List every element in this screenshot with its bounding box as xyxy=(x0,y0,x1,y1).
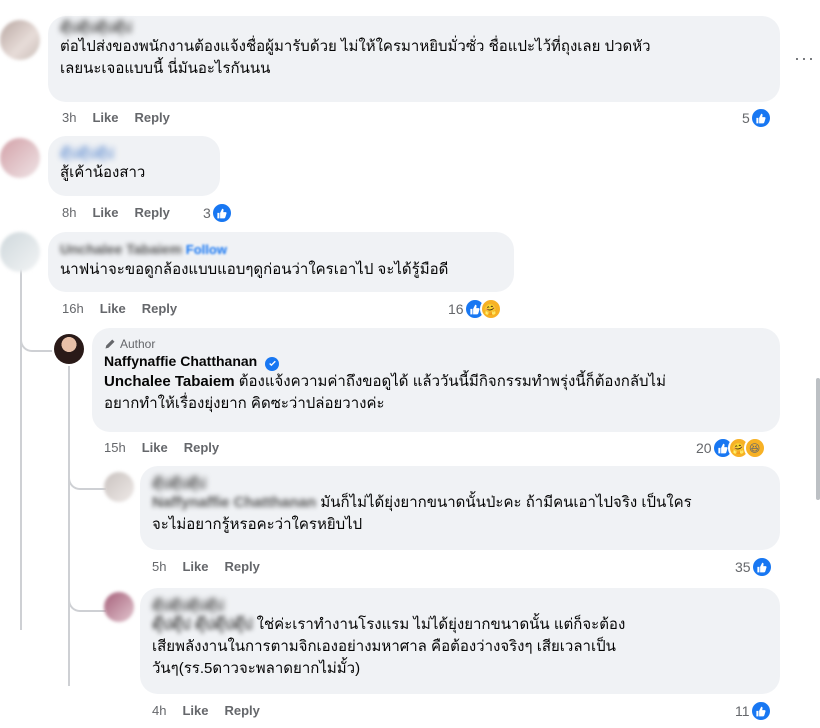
reaction-count[interactable]: 16 🤗 xyxy=(448,298,502,320)
comment-actions: 5h Like Reply xyxy=(152,559,260,574)
comment-author[interactable]: ดุ๊ปดุ๊ปดุ๊ป xyxy=(152,474,768,492)
comment-bubble: ดุ๊ปดุ๊ปดุ๊ป Naffynaffie Chatthanan มันก… xyxy=(140,466,780,550)
reaction-count[interactable]: 11 xyxy=(735,700,772,722)
follow-link[interactable]: Follow xyxy=(186,242,227,257)
avatar[interactable] xyxy=(0,232,40,272)
comment-author[interactable]: ดุ๊ปดุ๊ปดุ๊ป xyxy=(60,144,208,162)
comment-text-line: ต้องแจ้งความค่าถึงขอดูได้ แล้ววันนี้มีกิ… xyxy=(234,372,666,390)
reaction-number: 5 xyxy=(742,110,750,126)
comment-time[interactable]: 3h xyxy=(62,110,76,125)
comment-text: ดุ๊ปดุ๊ป ดุ๊ปดุ๊ปดุ๊ป ใช่ค่ะเราทำงานโรงแ… xyxy=(152,614,768,636)
like-reaction-icon xyxy=(749,107,772,129)
comment-time[interactable]: 16h xyxy=(62,301,84,316)
comment-bubble: ดุ๊ปดุ๊ปดุ๊ปดุ๊ป ดุ๊ปดุ๊ป ดุ๊ปดุ๊ปดุ๊ป ใ… xyxy=(140,588,780,694)
like-button[interactable]: Like xyxy=(182,703,208,718)
mention-link[interactable]: Unchalee Tabaiem xyxy=(104,373,235,390)
comment-author-row: Naffynaffie Chatthanan xyxy=(104,352,768,371)
comment-text: เลยนะเจอแบบนี้ นี่มันอะไรกันนน xyxy=(60,60,271,77)
comment-text: สู้เค้าน้องสาว xyxy=(60,164,146,181)
reaction-count[interactable]: 3 xyxy=(203,202,233,224)
avatar[interactable] xyxy=(0,20,40,60)
comment-text-line: มันก็ไม่ได้ยุ่งยากขนาดนั้นป่ะคะ ถ้ามีคนเ… xyxy=(316,494,692,511)
comment-author-row: Unchalee Tabaiem Follow xyxy=(60,240,502,259)
thread-line-nested xyxy=(68,366,70,686)
comment-time[interactable]: 8h xyxy=(62,205,76,220)
like-button[interactable]: Like xyxy=(100,301,126,316)
like-button[interactable]: Like xyxy=(92,205,118,220)
scrollbar[interactable] xyxy=(816,378,820,500)
comment-text: Naffynaffie Chatthanan มันก็ไม่ได้ยุ่งยา… xyxy=(152,492,768,514)
comment-actions: 16h Like Reply xyxy=(62,301,177,316)
comment-text: จะไม่อยากรู้หรอคะว่าใครหยิบไป xyxy=(152,516,363,533)
comment-bubble: ดุ๊ปดุ๊ปดุ๊ปดุ๊ป ต่อไปส่งของพนักงานต้องแ… xyxy=(48,16,780,102)
comment-text-line: ใช่ค่ะเราทำงานโรงแรม ไม่ได้ยุ่งยากขนาดนั… xyxy=(252,616,626,633)
reply-button[interactable]: Reply xyxy=(134,205,169,220)
reply-button[interactable]: Reply xyxy=(224,703,259,718)
comment-time[interactable]: 4h xyxy=(152,703,166,718)
avatar[interactable] xyxy=(104,472,134,502)
comment-author[interactable]: Naffynaffie Chatthanan xyxy=(104,353,257,369)
like-button[interactable]: Like xyxy=(182,559,208,574)
avatar[interactable] xyxy=(104,592,134,622)
reaction-number: 11 xyxy=(735,703,750,719)
reaction-count[interactable]: 5 xyxy=(742,107,772,129)
comment-time[interactable]: 5h xyxy=(152,559,166,574)
reaction-count[interactable]: 35 xyxy=(735,556,773,578)
reply-button[interactable]: Reply xyxy=(184,440,219,455)
comment-actions: 3h Like Reply xyxy=(62,110,170,125)
comment-actions: 4h Like Reply xyxy=(152,703,260,718)
comment-author[interactable]: ดุ๊ปดุ๊ปดุ๊ปดุ๊ป xyxy=(152,596,768,614)
author-badge: Author xyxy=(104,336,768,352)
like-reaction-icon xyxy=(749,700,772,722)
haha-reaction-icon: 😆 xyxy=(743,437,766,459)
like-reaction-icon xyxy=(210,202,233,224)
comment-text: นาฟน่าจะขอดูกล้องแบบแอบๆดูก่อนว่าใครเอาไ… xyxy=(60,261,449,278)
comment-actions: 8h Like Reply xyxy=(62,205,170,220)
thread-curve xyxy=(68,468,106,490)
comment-author[interactable]: ดุ๊ปดุ๊ปดุ๊ปดุ๊ป xyxy=(60,18,768,36)
like-reaction-icon xyxy=(750,556,773,578)
comment-actions: 15h Like Reply xyxy=(104,440,219,455)
comment-text: เสียพลังงานในการตามจิกเองอย่างมหาศาล คือ… xyxy=(152,638,616,655)
thread-curve xyxy=(20,330,52,352)
reply-button[interactable]: Reply xyxy=(224,559,259,574)
comment-bubble: ดุ๊ปดุ๊ปดุ๊ป สู้เค้าน้องสาว xyxy=(48,136,220,196)
thread-curve xyxy=(68,590,106,612)
reaction-number: 35 xyxy=(735,559,751,575)
reaction-number: 20 xyxy=(696,440,712,456)
author-tag-label: Author xyxy=(120,337,156,351)
reply-button[interactable]: Reply xyxy=(142,301,177,316)
like-button[interactable]: Like xyxy=(142,440,168,455)
reaction-number: 3 xyxy=(203,205,211,221)
reply-button[interactable]: Reply xyxy=(134,110,169,125)
author-avatar[interactable] xyxy=(54,334,84,364)
thread-line xyxy=(20,260,22,630)
comment-time[interactable]: 15h xyxy=(104,440,126,455)
pen-icon xyxy=(105,339,115,349)
comment-bubble: Author Naffynaffie Chatthanan Unchalee T… xyxy=(92,328,780,432)
avatar[interactable] xyxy=(0,138,40,178)
reaction-number: 16 xyxy=(448,301,464,317)
comment-author[interactable]: Unchalee Tabaiem xyxy=(60,240,182,258)
more-options-icon[interactable]: ··· xyxy=(794,48,815,69)
verified-badge-icon xyxy=(265,356,280,371)
mention-link[interactable]: Naffynaffie Chatthanan xyxy=(152,492,316,514)
reaction-count[interactable]: 20 🤗 😆 xyxy=(696,437,766,459)
comment-text: Unchalee Tabaiem ต้องแจ้งความค่าถึงขอดูไ… xyxy=(104,371,768,393)
care-reaction-icon: 🤗 xyxy=(479,298,502,320)
like-button[interactable]: Like xyxy=(92,110,118,125)
comment-text: วันๆ(รร.5ดาวจะพลาดยากไม่มั้ว) xyxy=(152,660,361,677)
comment-bubble: Unchalee Tabaiem Follow นาฟน่าจะขอดูกล้อ… xyxy=(48,232,514,292)
comment-text: อยากทำให้เรื่องยุ่งยาก คิดซะว่าปล่อยวางค… xyxy=(104,394,385,412)
comment-text: ต่อไปส่งของพนักงานต้องแจ้งชื่อผู้มารับด้… xyxy=(60,38,651,55)
mention-link[interactable]: ดุ๊ปดุ๊ป ดุ๊ปดุ๊ปดุ๊ป xyxy=(152,614,252,636)
